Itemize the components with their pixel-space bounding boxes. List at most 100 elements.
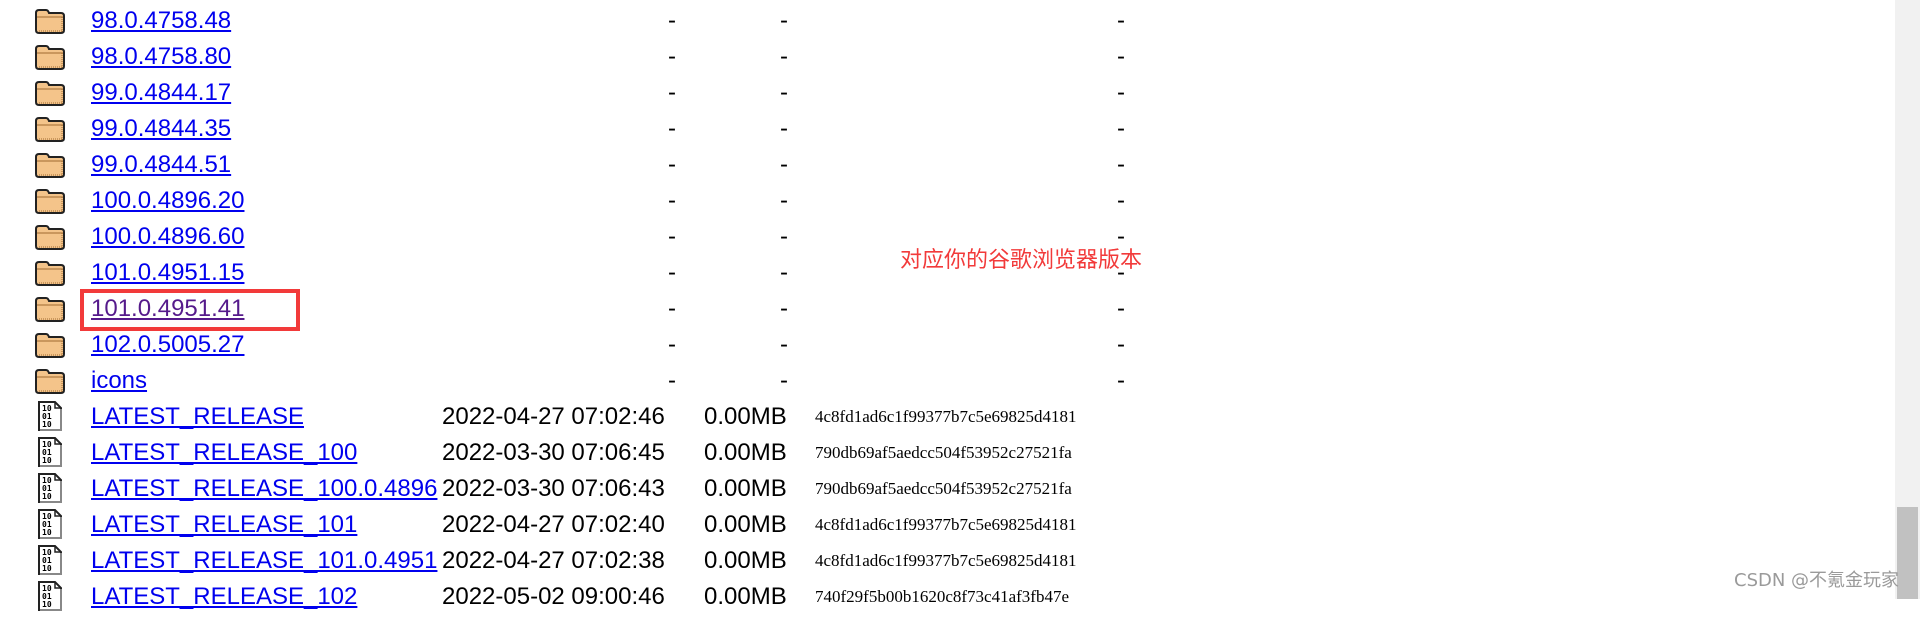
binary-file-icon: 10 01 10 [34, 509, 66, 539]
binary-file-icon: 10 01 10 [34, 545, 66, 575]
entry-size: - [780, 187, 788, 214]
entry-hash: 4c8fd1ad6c1f99377b7c5e69825d4181 [815, 551, 1077, 570]
file-row: 10 01 10 LATEST_RELEASE_100 2022-03-30 07:06… [0, 435, 1890, 471]
entry-link[interactable]: LATEST_RELEASE_101 [91, 507, 357, 543]
folder-row: icons - - - [0, 363, 1890, 399]
entry-date: 2022-04-27 07:02:40 [442, 511, 665, 538]
entry-hash: 790db69af5aedcc504f53952c27521fa [815, 479, 1072, 498]
annotation-text: 对应你的谷歌浏览器版本 [900, 248, 1143, 273]
folder-row: 99.0.4844.51 - - - [0, 147, 1890, 183]
folder-icon [34, 368, 66, 394]
binary-file-icon: 10 01 10 [34, 401, 66, 431]
file-row: 10 01 10 LATEST_RELEASE_101.0.4951 2022-04-2… [0, 543, 1890, 579]
entry-hash: - [1117, 331, 1125, 358]
watermark: CSDN @不氪金玩家 [1734, 570, 1900, 591]
entry-link[interactable]: 100.0.4896.60 [91, 219, 244, 255]
entry-date: - [668, 223, 676, 250]
entry-date: - [668, 331, 676, 358]
folder-icon [34, 152, 66, 178]
entry-size: - [780, 295, 788, 322]
entry-size: - [780, 223, 788, 250]
entry-date: - [668, 115, 676, 142]
entry-size: 0.00MB [704, 547, 787, 574]
file-row: 10 01 10 LATEST_RELEASE_100.0.4896 2022-03-3… [0, 471, 1890, 507]
entry-date: 2022-03-30 07:06:43 [442, 475, 665, 502]
entry-date: - [668, 79, 676, 106]
entry-link[interactable]: LATEST_RELEASE_102 [91, 579, 357, 615]
entry-hash: 4c8fd1ad6c1f99377b7c5e69825d4181 [815, 515, 1077, 534]
entry-link[interactable]: 101.0.4951.15 [91, 255, 244, 291]
svg-text:10: 10 [42, 564, 52, 573]
folder-icon [34, 8, 66, 34]
entry-hash: 740f29f5b00b1620c8f73c41af3fb47e [815, 587, 1069, 606]
folder-row: 99.0.4844.35 - - - [0, 111, 1890, 147]
svg-text:10: 10 [42, 528, 52, 537]
entry-date: 2022-03-30 07:06:45 [442, 439, 665, 466]
folder-icon [34, 188, 66, 214]
folder-icon [34, 44, 66, 70]
entry-date: - [668, 151, 676, 178]
folder-row: 99.0.4844.17 - - - [0, 75, 1890, 111]
entry-link[interactable]: 102.0.5005.27 [91, 327, 244, 363]
binary-file-icon: 10 01 10 [34, 581, 66, 611]
entry-link[interactable]: 98.0.4758.48 [91, 3, 231, 39]
entry-hash: - [1117, 79, 1125, 106]
folder-icon [34, 224, 66, 250]
svg-text:10: 10 [42, 600, 52, 609]
folder-icon [34, 332, 66, 358]
binary-file-icon: 10 01 10 [34, 473, 66, 503]
entry-size: - [780, 115, 788, 142]
entry-date: - [668, 295, 676, 322]
entry-size: - [780, 151, 788, 178]
file-row: 10 01 10 LATEST_RELEASE_102 2022-05-02 09:00… [0, 579, 1890, 615]
svg-text:10: 10 [42, 492, 52, 501]
entry-hash: - [1117, 367, 1125, 394]
highlight-box [80, 289, 300, 331]
entry-size: - [780, 331, 788, 358]
folder-icon [34, 296, 66, 322]
folder-row: 102.0.5005.27 - - - [0, 327, 1890, 363]
scrollbar-thumb[interactable] [1897, 507, 1918, 599]
entry-date: 2022-04-27 07:02:46 [442, 403, 665, 430]
entry-hash: - [1117, 43, 1125, 70]
entry-link[interactable]: LATEST_RELEASE_100.0.4896 [91, 471, 437, 507]
entry-date: - [668, 187, 676, 214]
entry-date: - [668, 43, 676, 70]
entry-size: 0.00MB [704, 403, 787, 430]
folder-row: 98.0.4758.80 - - - [0, 39, 1890, 75]
entry-size: - [780, 259, 788, 286]
svg-text:10: 10 [42, 420, 52, 429]
entry-date: - [668, 367, 676, 394]
entry-size: - [780, 79, 788, 106]
entry-link[interactable]: LATEST_RELEASE_100 [91, 435, 357, 471]
entry-hash: - [1117, 187, 1125, 214]
entry-link[interactable]: icons [91, 363, 147, 399]
file-row: 10 01 10 LATEST_RELEASE_101 2022-04-27 07:02… [0, 507, 1890, 543]
entry-size: - [780, 7, 788, 34]
folder-icon [34, 260, 66, 286]
entry-link[interactable]: LATEST_RELEASE [91, 399, 304, 435]
entry-hash: - [1117, 295, 1125, 322]
entry-size: 0.00MB [704, 475, 787, 502]
entry-size: - [780, 367, 788, 394]
entry-date: 2022-04-27 07:02:38 [442, 547, 665, 574]
entry-link[interactable]: 99.0.4844.17 [91, 75, 231, 111]
entry-link[interactable]: 98.0.4758.80 [91, 39, 231, 75]
entry-hash: - [1117, 115, 1125, 142]
entry-hash: 790db69af5aedcc504f53952c27521fa [815, 443, 1072, 462]
entry-size: 0.00MB [704, 439, 787, 466]
entry-link[interactable]: 99.0.4844.35 [91, 111, 231, 147]
folder-icon [34, 80, 66, 106]
entry-size: 0.00MB [704, 583, 787, 610]
folder-icon [34, 116, 66, 142]
entry-size: 0.00MB [704, 511, 787, 538]
entry-hash: - [1117, 151, 1125, 178]
svg-text:10: 10 [42, 456, 52, 465]
entry-date: - [668, 7, 676, 34]
entry-link[interactable]: LATEST_RELEASE_101.0.4951 [91, 543, 437, 579]
entry-hash: 4c8fd1ad6c1f99377b7c5e69825d4181 [815, 407, 1077, 426]
entry-link[interactable]: 100.0.4896.20 [91, 183, 244, 219]
entry-size: - [780, 43, 788, 70]
entry-date: - [668, 259, 676, 286]
entry-link[interactable]: 99.0.4844.51 [91, 147, 231, 183]
